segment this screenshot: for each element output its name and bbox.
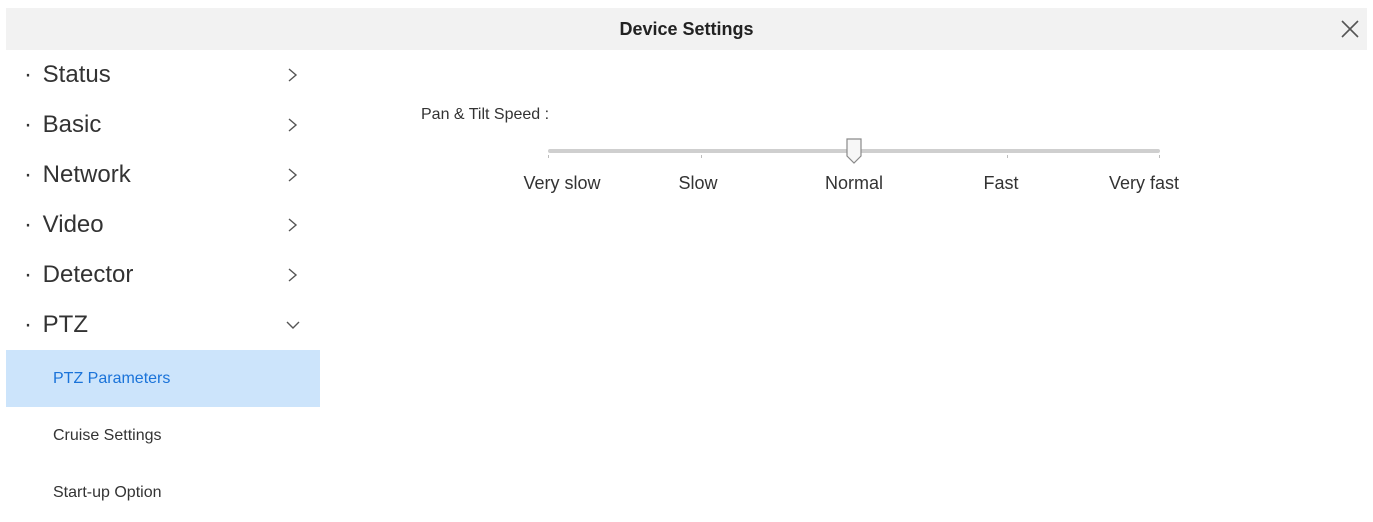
- slider-tick: [701, 155, 702, 158]
- sidebar-item-label: PTZ: [42, 311, 88, 338]
- slider-tick: [1159, 155, 1160, 158]
- chevron-right-icon: [288, 168, 298, 182]
- submenu-item-label: Cruise Settings: [53, 427, 162, 444]
- sidebar-item-label: Status: [42, 61, 111, 88]
- window-title: Device Settings: [619, 19, 754, 39]
- ptz-parameters-panel: Pan & Tilt Speed : Very slow Slow Normal…: [320, 50, 1367, 522]
- sidebar-item-video[interactable]: · Video: [6, 200, 320, 250]
- speed-option-fast[interactable]: Fast: [983, 173, 1018, 194]
- speed-option-normal[interactable]: Normal: [825, 173, 883, 194]
- speed-option-very-slow[interactable]: Very slow: [523, 173, 600, 194]
- bullet: ·: [24, 111, 32, 138]
- chevron-right-icon: [288, 118, 298, 132]
- speed-option-very-fast[interactable]: Very fast: [1109, 173, 1179, 194]
- slider-tick: [548, 155, 549, 158]
- submenu-item-label: PTZ Parameters: [53, 370, 171, 387]
- chevron-right-icon: [288, 268, 298, 282]
- sidebar-item-basic[interactable]: · Basic: [6, 100, 320, 150]
- sidebar-item-label: Detector: [42, 261, 134, 288]
- sidebar-item-network[interactable]: · Network: [6, 150, 320, 200]
- sidebar-menu: · Status · Basic · Network · Video · Det…: [6, 50, 320, 522]
- chevron-down-icon: [286, 321, 300, 329]
- title-bar: Device Settings: [6, 8, 1367, 50]
- submenu-item-cruise-settings[interactable]: Cruise Settings: [6, 407, 320, 464]
- bullet: ·: [24, 311, 32, 338]
- bullet: ·: [24, 161, 32, 188]
- pan-tilt-speed-slider[interactable]: [548, 138, 1160, 168]
- close-icon[interactable]: [1339, 18, 1361, 40]
- chevron-right-icon: [288, 218, 298, 232]
- bullet: ·: [24, 61, 32, 88]
- bullet: ·: [24, 261, 32, 288]
- submenu-item-label: Start-up Option: [53, 484, 162, 501]
- submenu-item-ptz-parameters[interactable]: PTZ Parameters: [6, 350, 320, 407]
- device-settings-window: Device Settings · Status · Basic · Netwo…: [0, 0, 1373, 522]
- sidebar-item-ptz[interactable]: · PTZ: [6, 300, 320, 350]
- slider-tick: [1007, 155, 1008, 158]
- sidebar-item-label: Basic: [42, 111, 102, 138]
- sidebar-item-detector[interactable]: · Detector: [6, 250, 320, 300]
- pan-tilt-speed-label: Pan & Tilt Speed :: [421, 106, 550, 123]
- chevron-right-icon: [288, 68, 298, 82]
- submenu-item-startup-option[interactable]: Start-up Option: [6, 464, 320, 521]
- speed-option-slow[interactable]: Slow: [678, 173, 717, 194]
- sidebar-item-status[interactable]: · Status: [6, 50, 320, 100]
- sidebar-item-label: Video: [42, 211, 104, 238]
- slider-thumb[interactable]: [846, 138, 862, 164]
- sidebar-item-label: Network: [42, 161, 131, 188]
- bullet: ·: [24, 211, 32, 238]
